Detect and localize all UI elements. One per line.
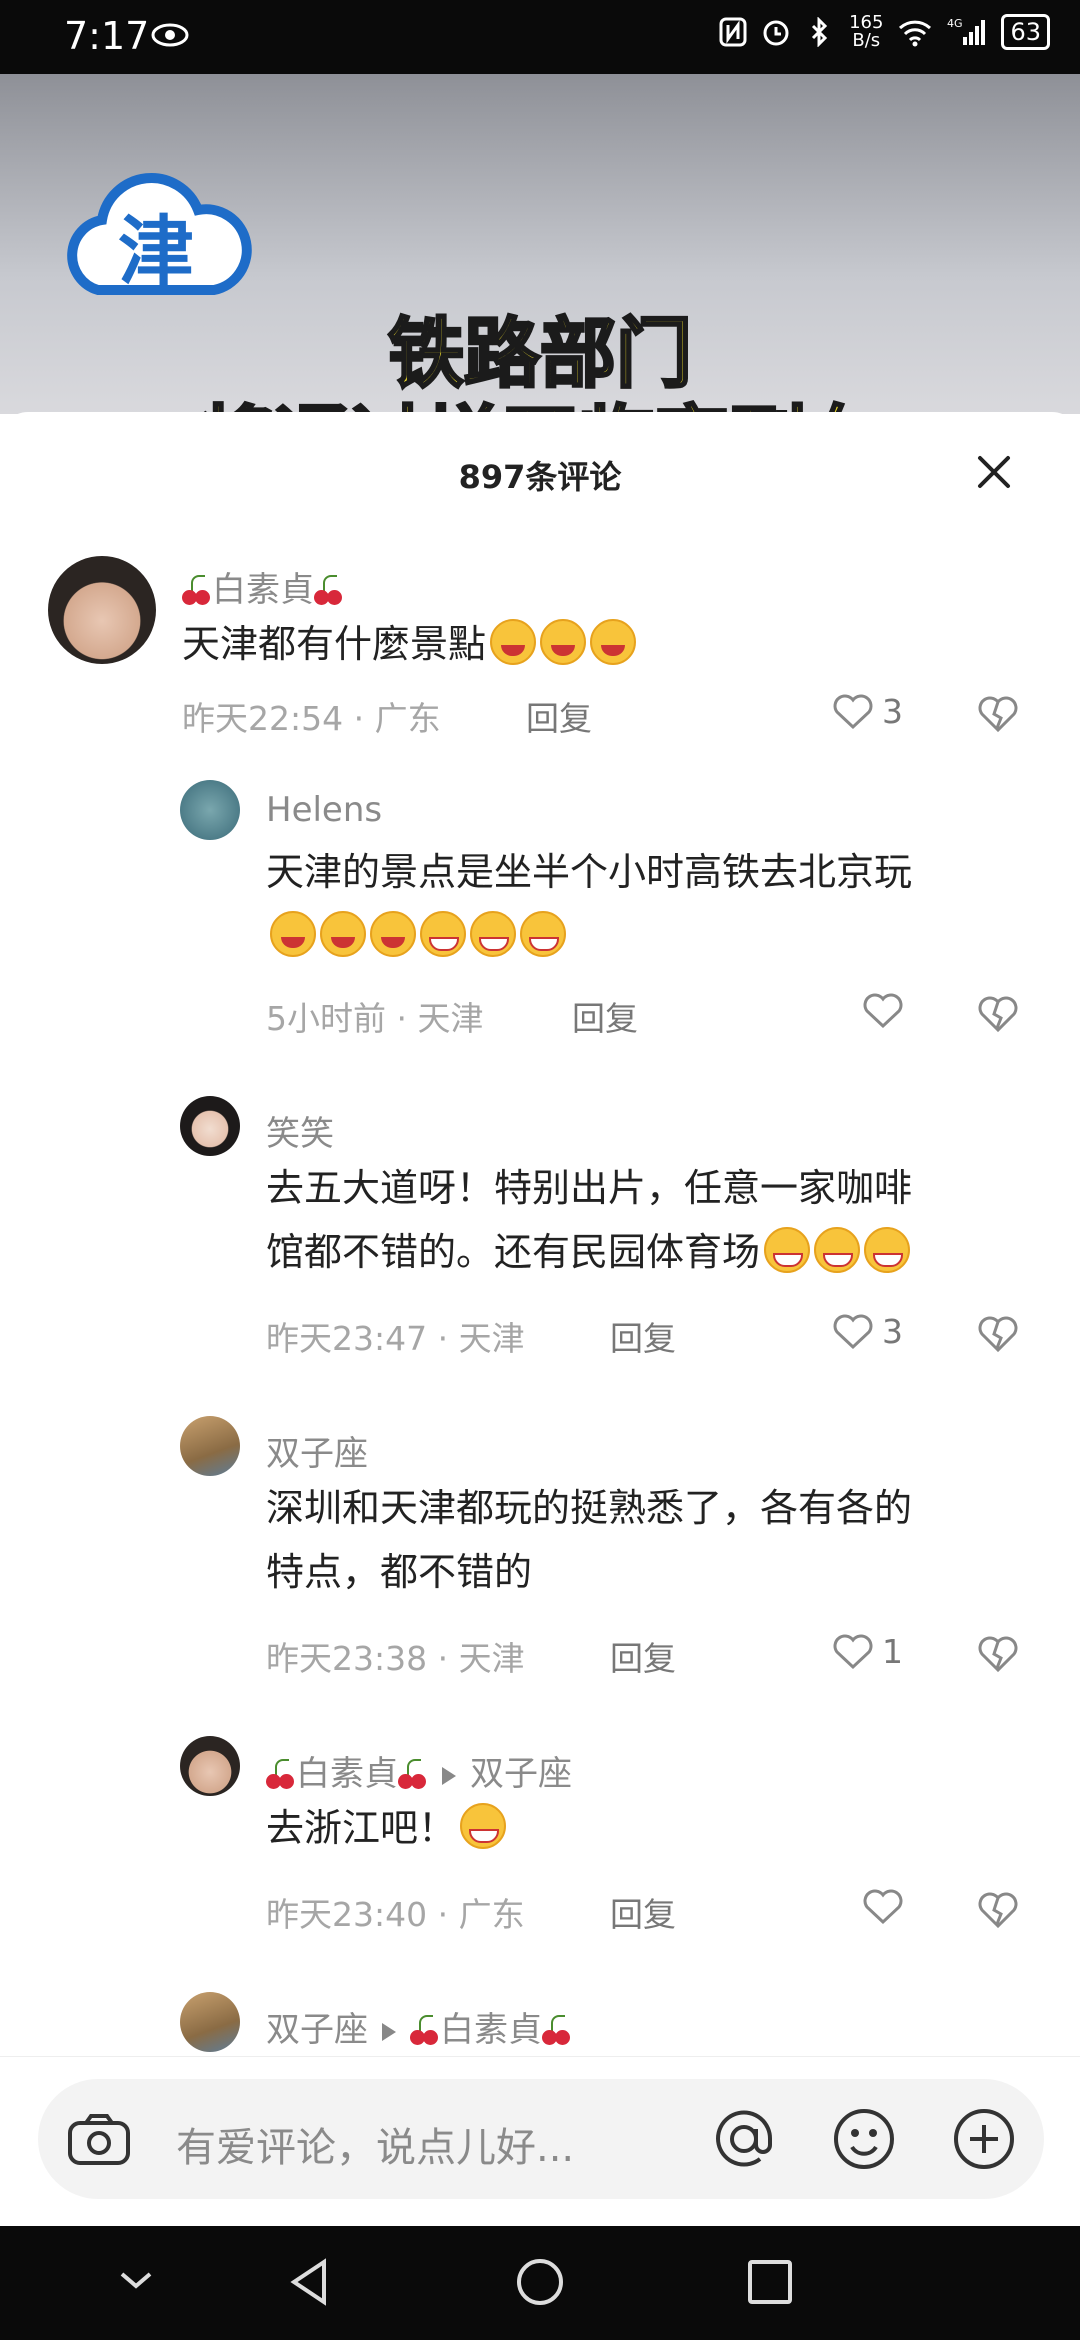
emoji-icon <box>590 619 637 665</box>
avatar[interactable] <box>180 1736 240 1796</box>
comment-username[interactable]: 白素貞 <box>182 562 344 611</box>
emoji-icon <box>460 1803 507 1849</box>
comment-input[interactable]: 有爱评论，说点儿好... <box>38 2079 1044 2199</box>
cherry-icon <box>398 1759 428 1789</box>
like-button[interactable]: 3 <box>832 1312 903 1351</box>
status-time: 7:17 <box>64 14 150 58</box>
at-icon[interactable] <box>708 2103 780 2175</box>
plus-icon[interactable] <box>948 2103 1020 2175</box>
comment-text: 深圳和天津都玩的挺熟悉了，各有各的 特点，都不错的 <box>266 1486 913 1594</box>
comments-count-title: 897条评论 <box>458 458 622 496</box>
comment-item: 双子座 深圳和天津都玩的挺熟悉了，各有各的 特点，都不错的 昨天23:38 · … <box>0 1402 1080 1678</box>
avatar[interactable] <box>180 1416 240 1476</box>
svg-text:津: 津 <box>118 207 194 296</box>
alarm-icon <box>763 20 789 46</box>
status-bar: 7:17 165 B/s 4G 63 <box>0 0 1080 74</box>
emoji-icon <box>270 911 316 957</box>
reply-button[interactable]: 回复 <box>572 992 638 1040</box>
comment-username[interactable]: 笑笑 <box>266 1106 334 1155</box>
comments-sheet: 897条评论 白素貞 天津都有什麼景點 昨天22:54 · 广东 回复 3 He… <box>0 412 1080 2228</box>
avatar[interactable] <box>180 1096 240 1156</box>
emoji-icon <box>490 619 537 665</box>
like-button[interactable] <box>862 1888 904 1926</box>
comment-text: 去五大道呀！特别出片，任意一家咖啡 馆都不错的。还有民园体育场 <box>266 1166 913 1274</box>
comment-input-bar: 有爱评论，说点儿好... <box>0 2056 1080 2227</box>
input-placeholder: 有爱评论，说点儿好... <box>176 2125 575 2171</box>
like-button[interactable] <box>862 992 904 1030</box>
comment-meta: 昨天22:54 · 广东 <box>182 699 441 738</box>
like-button[interactable]: 1 <box>832 1632 903 1671</box>
reply-button[interactable]: 回复 <box>610 1888 676 1936</box>
like-button[interactable]: 3 <box>832 692 903 731</box>
dislike-icon[interactable] <box>976 1314 1020 1354</box>
reply-button[interactable]: 回复 <box>526 692 592 740</box>
comment-meta: 昨天23:47 · 天津 <box>266 1319 525 1358</box>
comment-item: 白素貞 双子座 去浙江吧！ 昨天23:40 · 广东 回复 <box>0 1722 1080 1934</box>
comment-username[interactable]: 双子座 <box>266 1426 368 1475</box>
emoji-icon <box>420 911 466 957</box>
signal-icon: 4G <box>947 17 986 45</box>
net-speed: 165 B/s <box>849 12 884 51</box>
cherry-icon <box>266 1759 296 1789</box>
emoji-icon <box>864 1227 911 1273</box>
heart-icon <box>833 1634 873 1669</box>
comment-text: 去浙江吧！ <box>266 1796 507 1860</box>
comment-username[interactable]: 白素貞 双子座 <box>266 1746 572 1795</box>
cherry-icon <box>182 575 212 605</box>
heart-icon <box>863 993 903 1029</box>
recents-icon[interactable] <box>744 2256 796 2308</box>
comment-meta: 昨天23:40 · 广东 <box>266 1895 525 1934</box>
comment-item: 双子座 白素貞 <box>0 1978 1080 2052</box>
comment-username[interactable]: 双子座 白素貞 <box>266 2002 572 2051</box>
reply-arrow-icon <box>442 1767 456 1785</box>
nfc-icon <box>719 17 747 47</box>
video-preview[interactable]: 津 铁路部门 将通过增开临客列车 <box>0 74 1080 414</box>
emoji-icon <box>764 1227 811 1273</box>
cherry-icon <box>410 2015 440 2045</box>
reply-button[interactable]: 回复 <box>610 1632 676 1680</box>
avatar[interactable] <box>180 780 240 840</box>
comment-item: 白素貞 天津都有什麼景點 昨天22:54 · 广东 回复 3 <box>0 522 1080 738</box>
home-icon[interactable] <box>514 2256 566 2308</box>
battery-indicator: 63 <box>1001 14 1050 50</box>
comment-meta: 5小时前 · 天津 <box>266 999 484 1038</box>
camera-icon[interactable] <box>64 2109 134 2169</box>
back-icon[interactable] <box>284 2256 336 2308</box>
dislike-icon[interactable] <box>976 1634 1020 1674</box>
emoji-icon <box>540 619 587 665</box>
dislike-icon[interactable] <box>976 1890 1020 1930</box>
comment-item: 笑笑 去五大道呀！特别出片，任意一家咖啡 馆都不错的。还有民园体育场 昨天23:… <box>0 1082 1080 1358</box>
reply-arrow-icon <box>382 2023 396 2041</box>
comment-meta: 昨天23:38 · 天津 <box>266 1639 525 1678</box>
heart-icon <box>863 1889 903 1925</box>
eye-icon <box>151 23 189 47</box>
heart-icon <box>833 694 873 729</box>
chevron-down-icon[interactable] <box>112 2256 160 2304</box>
svg-text:4G: 4G <box>947 17 963 30</box>
comment-text: 天津都有什麼景點 <box>182 612 637 676</box>
video-headline-2: 将通过增开临客列车 <box>0 380 1080 415</box>
dislike-icon[interactable] <box>976 694 1020 734</box>
emoji-icon <box>320 911 366 957</box>
cherry-icon <box>314 575 344 605</box>
avatar[interactable] <box>180 1992 240 2052</box>
emoji-icon <box>520 911 566 957</box>
comment-text: 天津的景点是坐半个小时高铁去北京玩 <box>266 840 1046 968</box>
wifi-icon <box>899 20 932 47</box>
comment-item: Helens 天津的景点是坐半个小时高铁去北京玩 5小时前 · 天津 回复 <box>0 762 1080 1038</box>
emoji-icon[interactable] <box>828 2103 900 2175</box>
reply-button[interactable]: 回复 <box>610 1312 676 1360</box>
heart-icon <box>833 1314 873 1349</box>
emoji-icon <box>814 1227 861 1273</box>
bluetooth-icon <box>812 17 828 47</box>
avatar[interactable] <box>48 556 156 664</box>
emoji-icon <box>370 911 416 957</box>
cherry-icon <box>542 2015 572 2045</box>
comment-username[interactable]: Helens <box>266 790 382 830</box>
emoji-icon <box>470 911 516 957</box>
close-icon[interactable] <box>974 452 1014 492</box>
dislike-icon[interactable] <box>976 994 1020 1034</box>
navigation-bar <box>0 2226 1080 2340</box>
